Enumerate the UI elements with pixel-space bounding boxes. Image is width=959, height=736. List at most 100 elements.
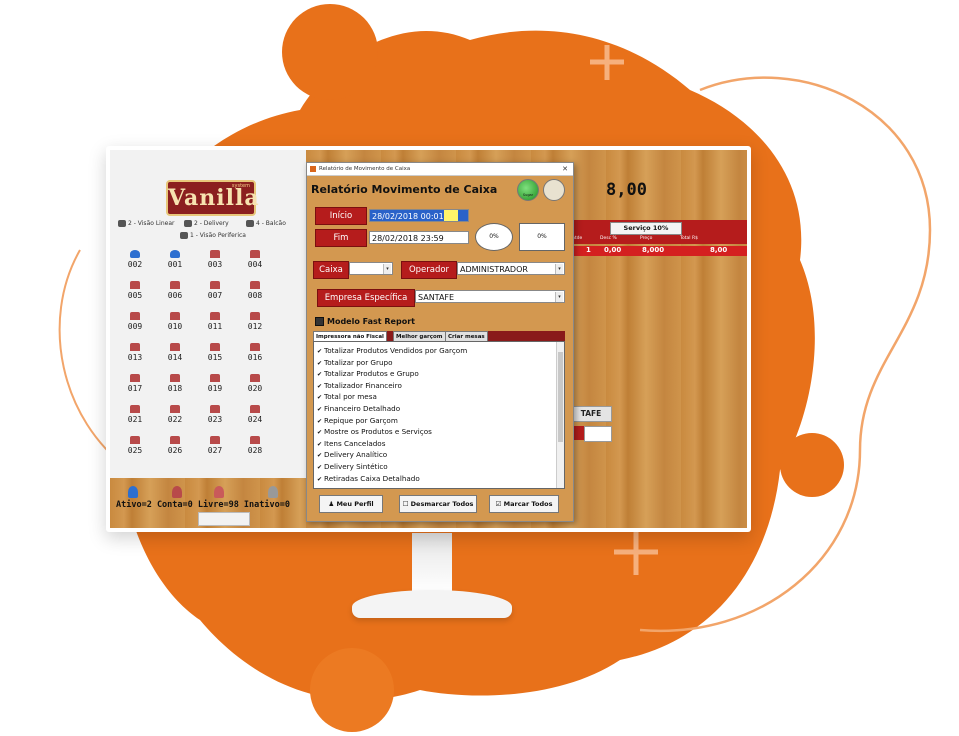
table-tile[interactable]: 028: [240, 436, 270, 466]
report-option[interactable]: ✔ Totalizar por Grupo: [317, 358, 392, 367]
orange-circle-right: [780, 433, 844, 497]
table-tile[interactable]: 013: [120, 343, 150, 373]
table-tile[interactable]: 019: [200, 374, 230, 404]
table-tile[interactable]: 023: [200, 405, 230, 435]
table-icon: [250, 405, 260, 413]
mode-delivery[interactable]: 2 - Delivery: [184, 220, 229, 227]
table-number: 012: [247, 322, 263, 331]
table-icon: [170, 436, 180, 444]
table-tile[interactable]: 015: [200, 343, 230, 373]
table-number: 001: [167, 260, 183, 269]
close-icon[interactable]: ✕: [562, 163, 568, 175]
table-icon: [130, 312, 140, 320]
table-icon: [250, 281, 260, 289]
check-all-button[interactable]: ☑ Marcar Todos: [489, 495, 559, 513]
table-tile[interactable]: 014: [160, 343, 190, 373]
taskbar-button[interactable]: [198, 512, 250, 526]
cash-report-dialog: Relatório de Movimento de Caixa ✕ Relató…: [306, 162, 574, 522]
report-option-label: Mostre os Produtos e Serviços: [324, 427, 432, 437]
table-tile[interactable]: 025: [120, 436, 150, 466]
report-option[interactable]: ✔ Mostre os Produtos e Serviços: [317, 427, 432, 436]
peripheral-view-icon: [180, 232, 188, 239]
table-number: 010: [167, 322, 183, 331]
report-option[interactable]: ✔ Itens Cancelados: [317, 439, 385, 448]
checked-box-icon: ☑: [495, 500, 504, 508]
table-number: 023: [207, 415, 223, 424]
report-option[interactable]: ✔ Financeiro Detalhado: [317, 404, 400, 413]
table-tile[interactable]: 005: [120, 281, 150, 311]
report-option[interactable]: ✔ Totalizar Produtos e Grupo: [317, 369, 419, 378]
table-tile[interactable]: 012: [240, 312, 270, 342]
item-discount: 0,00: [604, 246, 622, 254]
end-date-field[interactable]: 28/02/2018 23:59: [369, 231, 469, 244]
table-tile[interactable]: 021: [120, 405, 150, 435]
table-tile[interactable]: 018: [160, 374, 190, 404]
table-tile[interactable]: 017: [120, 374, 150, 404]
operator-label: Operador: [401, 261, 457, 279]
mode-peripheral-view[interactable]: 1 - Visão Periferica: [180, 232, 246, 239]
small-input[interactable]: [584, 426, 612, 442]
report-options-list[interactable]: ✔ Totalizar Produtos Vendidos por Garçom ✔…: [313, 341, 565, 489]
table-tile[interactable]: 008: [240, 281, 270, 311]
report-option-label: Total por mesa: [324, 392, 377, 402]
fast-report-checkbox[interactable]: Modelo Fast Report: [315, 317, 415, 326]
table-icon: [210, 405, 220, 413]
table-icon: [130, 281, 140, 289]
table-number: 011: [207, 322, 223, 331]
table-tile[interactable]: 026: [160, 436, 190, 466]
table-tile[interactable]: 002: [120, 250, 150, 280]
monitor-frame: Vanilla system 2 - Visão Linear 2 - Deli…: [106, 146, 751, 532]
items-header: ntde Desc % Preço Total R$: [570, 236, 747, 244]
report-option[interactable]: ✔ Totalizar Produtos Vendidos por Garçom: [317, 346, 467, 355]
report-option[interactable]: ✔ Retiradas Caixa Detalhado: [317, 474, 420, 483]
table-number: 027: [207, 446, 223, 455]
report-option[interactable]: ✔ Total por mesa: [317, 392, 377, 401]
print-button[interactable]: [543, 179, 565, 201]
uncheck-all-button[interactable]: ☐ Desmarcar Todos: [399, 495, 477, 513]
table-number: 026: [167, 446, 183, 455]
table-tile[interactable]: 006: [160, 281, 190, 311]
cashier-select[interactable]: ▾: [349, 262, 393, 275]
table-tile[interactable]: 024: [240, 405, 270, 435]
scrollbar[interactable]: [556, 342, 564, 488]
item-row[interactable]: 1 0,00 8,000 8,00: [570, 246, 747, 256]
start-date-field[interactable]: 28/02/2018 00:01: [369, 209, 469, 222]
table-tile[interactable]: 003: [200, 250, 230, 280]
table-tile[interactable]: 022: [160, 405, 190, 435]
checkmark-icon: ✔: [317, 429, 323, 437]
company-select[interactable]: SANTAFE ▾: [415, 290, 565, 303]
checkmark-icon: ✔: [317, 464, 323, 471]
service-button[interactable]: Serviço 10%: [610, 222, 682, 235]
table-tile[interactable]: 016: [240, 343, 270, 373]
linear-view-icon: [118, 220, 126, 227]
table-tile[interactable]: 011: [200, 312, 230, 342]
report-option[interactable]: ✔ Repique por Garçom: [317, 416, 398, 425]
checkmark-icon: ✔: [317, 452, 323, 460]
table-icon: [210, 250, 220, 258]
report-option-label: Totalizar Produtos Vendidos por Garçom: [324, 346, 468, 355]
report-option[interactable]: ✔ Delivery Sintético: [317, 462, 388, 471]
table-icon: [130, 374, 140, 382]
mode-linear-view[interactable]: 2 - Visão Linear: [118, 220, 174, 227]
table-tile[interactable]: 007: [200, 281, 230, 311]
operator-select[interactable]: ADMINISTRADOR ▾: [457, 262, 565, 275]
table-tile[interactable]: 020: [240, 374, 270, 404]
table-tile[interactable]: 004: [240, 250, 270, 280]
app-icon: [310, 166, 316, 172]
my-profile-button[interactable]: ♟ Meu Perfil: [319, 495, 383, 513]
table-tile[interactable]: 001: [160, 250, 190, 280]
table-tile[interactable]: 027: [200, 436, 230, 466]
report-option-label: Totalizar Produtos e Grupo: [324, 369, 419, 379]
mode-counter[interactable]: 4 - Balcão: [246, 220, 286, 227]
report-option[interactable]: ✔ Delivery Analítico: [317, 450, 387, 459]
active-table-icon: [128, 486, 138, 498]
scroll-thumb[interactable]: [558, 352, 563, 442]
inactive-table-icon: [268, 486, 278, 498]
table-tile[interactable]: 010: [160, 312, 190, 342]
table-number: 019: [207, 384, 223, 393]
table-tile[interactable]: 009: [120, 312, 150, 342]
report-option[interactable]: ✔ Totalizador Financeiro: [317, 381, 402, 390]
go-button[interactable]: Sugar: [517, 179, 539, 201]
table-icon: [130, 436, 140, 444]
monitor-stand-base: [352, 590, 512, 618]
